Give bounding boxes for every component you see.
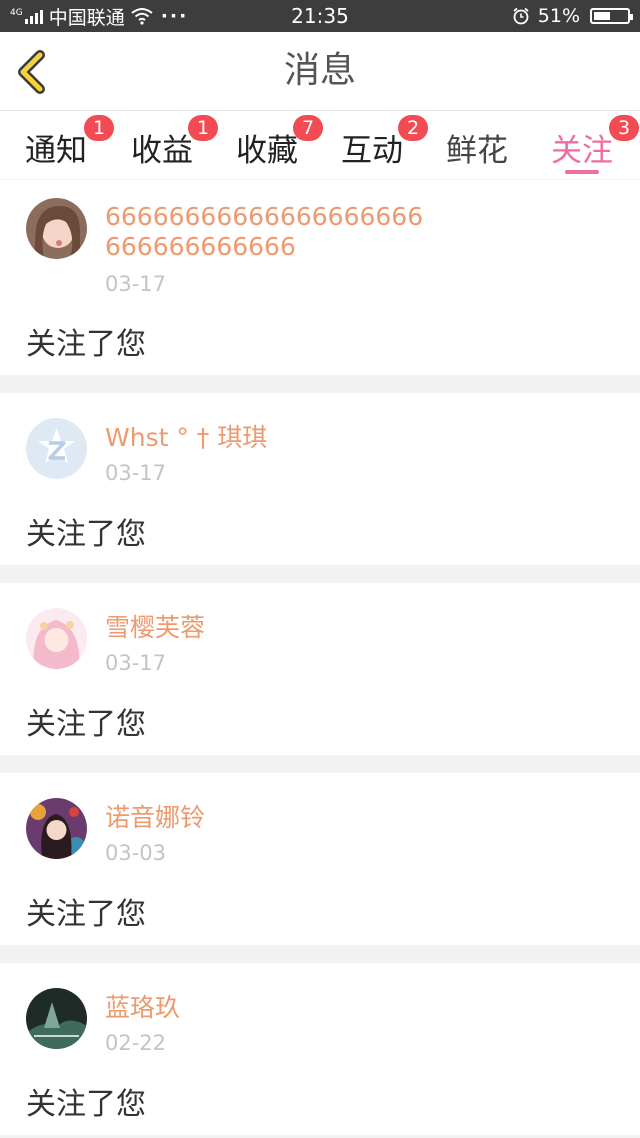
username[interactable]: 66666666666666666666666666666666 (105, 202, 425, 262)
avatar[interactable] (26, 988, 87, 1049)
tab-notifications[interactable]: 通知 1 (6, 115, 114, 170)
tab-label: 关注 (551, 133, 613, 169)
avatar[interactable] (26, 608, 87, 669)
status-bar: 4G 中国联通 ··· 21:35 51% (0, 0, 640, 32)
username[interactable]: Whst ° † 琪琪 (105, 423, 425, 453)
unread-badge: 7 (293, 115, 323, 141)
avatar[interactable] (26, 418, 87, 479)
header-bar: 消息 (0, 32, 640, 111)
notification-item[interactable]: 雪樱芙蓉 03-17 关注了您 (0, 583, 640, 755)
username[interactable]: 雪樱芙蓉 (105, 613, 425, 643)
notification-date: 03-17 (105, 651, 167, 675)
battery-fill (594, 12, 610, 20)
unread-badge: 2 (398, 115, 428, 141)
notification-item[interactable]: 蓝珞玖 02-22 关注了您 (0, 963, 640, 1135)
tab-flowers[interactable]: 鲜花 (427, 125, 527, 170)
notification-message: 关注了您 (26, 327, 146, 362)
notification-message: 关注了您 (26, 1087, 146, 1122)
unread-badge: 1 (84, 115, 114, 141)
page-title: 消息 (283, 50, 356, 91)
avatar[interactable] (26, 198, 87, 259)
notification-date: 03-17 (105, 461, 167, 485)
notification-item[interactable]: Whst ° † 琪琪 03-17 关注了您 (0, 393, 640, 565)
notification-item[interactable]: 诺音娜铃 03-03 关注了您 (0, 773, 640, 945)
notification-message: 关注了您 (26, 707, 146, 742)
tab-interactions[interactable]: 互动 2 (322, 115, 428, 170)
alarm-icon (513, 7, 529, 25)
notification-date: 03-17 (105, 272, 167, 296)
unread-badge: 3 (609, 115, 639, 141)
active-tab-indicator (565, 170, 599, 174)
avatar[interactable] (26, 798, 87, 859)
battery-percent: 51% (537, 5, 580, 27)
username[interactable]: 蓝珞玖 (105, 993, 425, 1023)
username[interactable]: 诺音娜铃 (105, 803, 425, 833)
notification-date: 02-22 (105, 1031, 167, 1055)
notification-item[interactable]: 66666666666666666666666666666666 03-17 关… (0, 180, 640, 375)
tab-label: 收益 (131, 133, 193, 169)
notification-message: 关注了您 (26, 897, 146, 932)
battery-icon (590, 8, 633, 24)
tab-label: 通知 (25, 133, 87, 169)
notification-date: 03-03 (105, 841, 167, 865)
notification-message: 关注了您 (26, 517, 146, 552)
tab-earnings[interactable]: 收益 1 (112, 115, 218, 170)
tab-label: 互动 (341, 133, 403, 169)
tab-label: 收藏 (236, 133, 298, 169)
unread-badge: 1 (188, 115, 218, 141)
tab-follows[interactable]: 关注 3 (532, 115, 639, 170)
tab-bar: 通知 1 收益 1 收藏 7 互动 2 鲜花 关注 3 (0, 111, 640, 179)
tab-label: 鲜花 (446, 133, 508, 169)
tab-favorites[interactable]: 收藏 7 (217, 115, 323, 170)
